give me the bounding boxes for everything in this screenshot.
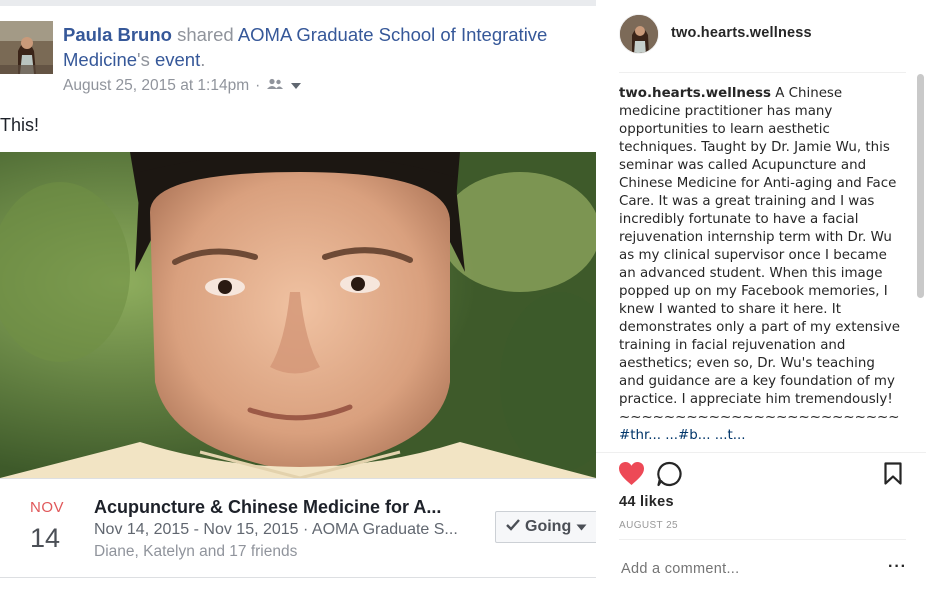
- friends-icon[interactable]: [266, 77, 284, 95]
- period-text: .: [200, 49, 206, 70]
- event-dates: Nov 14, 2015 - Nov 15, 2015 · AOMA Gradu…: [94, 521, 458, 538]
- checkmark-icon: [506, 518, 520, 536]
- comment-icon[interactable]: [656, 461, 682, 492]
- going-button[interactable]: Going: [495, 511, 596, 543]
- event-cover-photo[interactable]: [0, 152, 596, 478]
- instagram-post-panel: two.hearts.wellness two.hearts.wellness …: [596, 0, 926, 589]
- caret-down-icon[interactable]: [290, 77, 302, 95]
- caption-username[interactable]: two.hearts.wellness: [619, 86, 771, 101]
- post-text: This!: [0, 115, 40, 135]
- action-bar: [618, 461, 908, 489]
- post-timestamp[interactable]: August 25, 2015 at 1:14pm: [63, 77, 249, 95]
- event-month: NOV: [30, 499, 65, 516]
- going-label: Going: [525, 518, 572, 535]
- event-title[interactable]: Acupuncture & Chinese Medicine for A...: [94, 497, 441, 518]
- top-strip: [0, 0, 596, 6]
- chevron-down-icon: [576, 518, 587, 536]
- bookmark-icon[interactable]: [884, 462, 902, 490]
- post-header: Paula Bruno shared AOMA Graduate School …: [63, 22, 583, 72]
- caption-scrollbar[interactable]: [917, 74, 924, 298]
- event-friends-going[interactable]: Diane, Katelyn and 17 friends: [94, 543, 297, 561]
- event-day: 14: [30, 523, 61, 553]
- instagram-header: two.hearts.wellness: [596, 0, 926, 70]
- event-link[interactable]: event: [155, 49, 200, 70]
- divider: [619, 539, 906, 540]
- post-meta: August 25, 2015 at 1:14pm ·: [63, 77, 302, 95]
- caption-text: A Chinese medicine practitioner has many…: [619, 86, 901, 407]
- instagram-avatar[interactable]: [619, 14, 659, 54]
- likes-count[interactable]: 44 likes: [619, 494, 674, 510]
- instagram-username[interactable]: two.hearts.wellness: [671, 25, 812, 41]
- shared-text: shared: [177, 24, 234, 45]
- meta-separator: ·: [255, 77, 261, 94]
- divider: [619, 72, 906, 73]
- caption: two.hearts.wellness A Chinese medicine p…: [619, 85, 904, 451]
- comment-input[interactable]: [621, 559, 861, 579]
- more-options-icon[interactable]: ···: [888, 558, 907, 576]
- facebook-post: Paula Bruno shared AOMA Graduate School …: [0, 0, 596, 589]
- post-date[interactable]: AUGUST 25: [619, 520, 678, 531]
- heart-icon[interactable]: [618, 461, 645, 491]
- caption-divider: ~~~~~~~~~~~~~~~~~~~~~~~~~: [619, 410, 900, 425]
- event-card[interactable]: NOV 14 Acupuncture & Chinese Medicine fo…: [0, 478, 596, 578]
- sharer-avatar[interactable]: [0, 21, 53, 74]
- sharer-name-link[interactable]: Paula Bruno: [63, 24, 172, 45]
- possessive-text: 's: [137, 49, 150, 70]
- divider: [596, 452, 926, 453]
- caption-hashtags[interactable]: #thr... ...#b... ...t...: [619, 428, 746, 443]
